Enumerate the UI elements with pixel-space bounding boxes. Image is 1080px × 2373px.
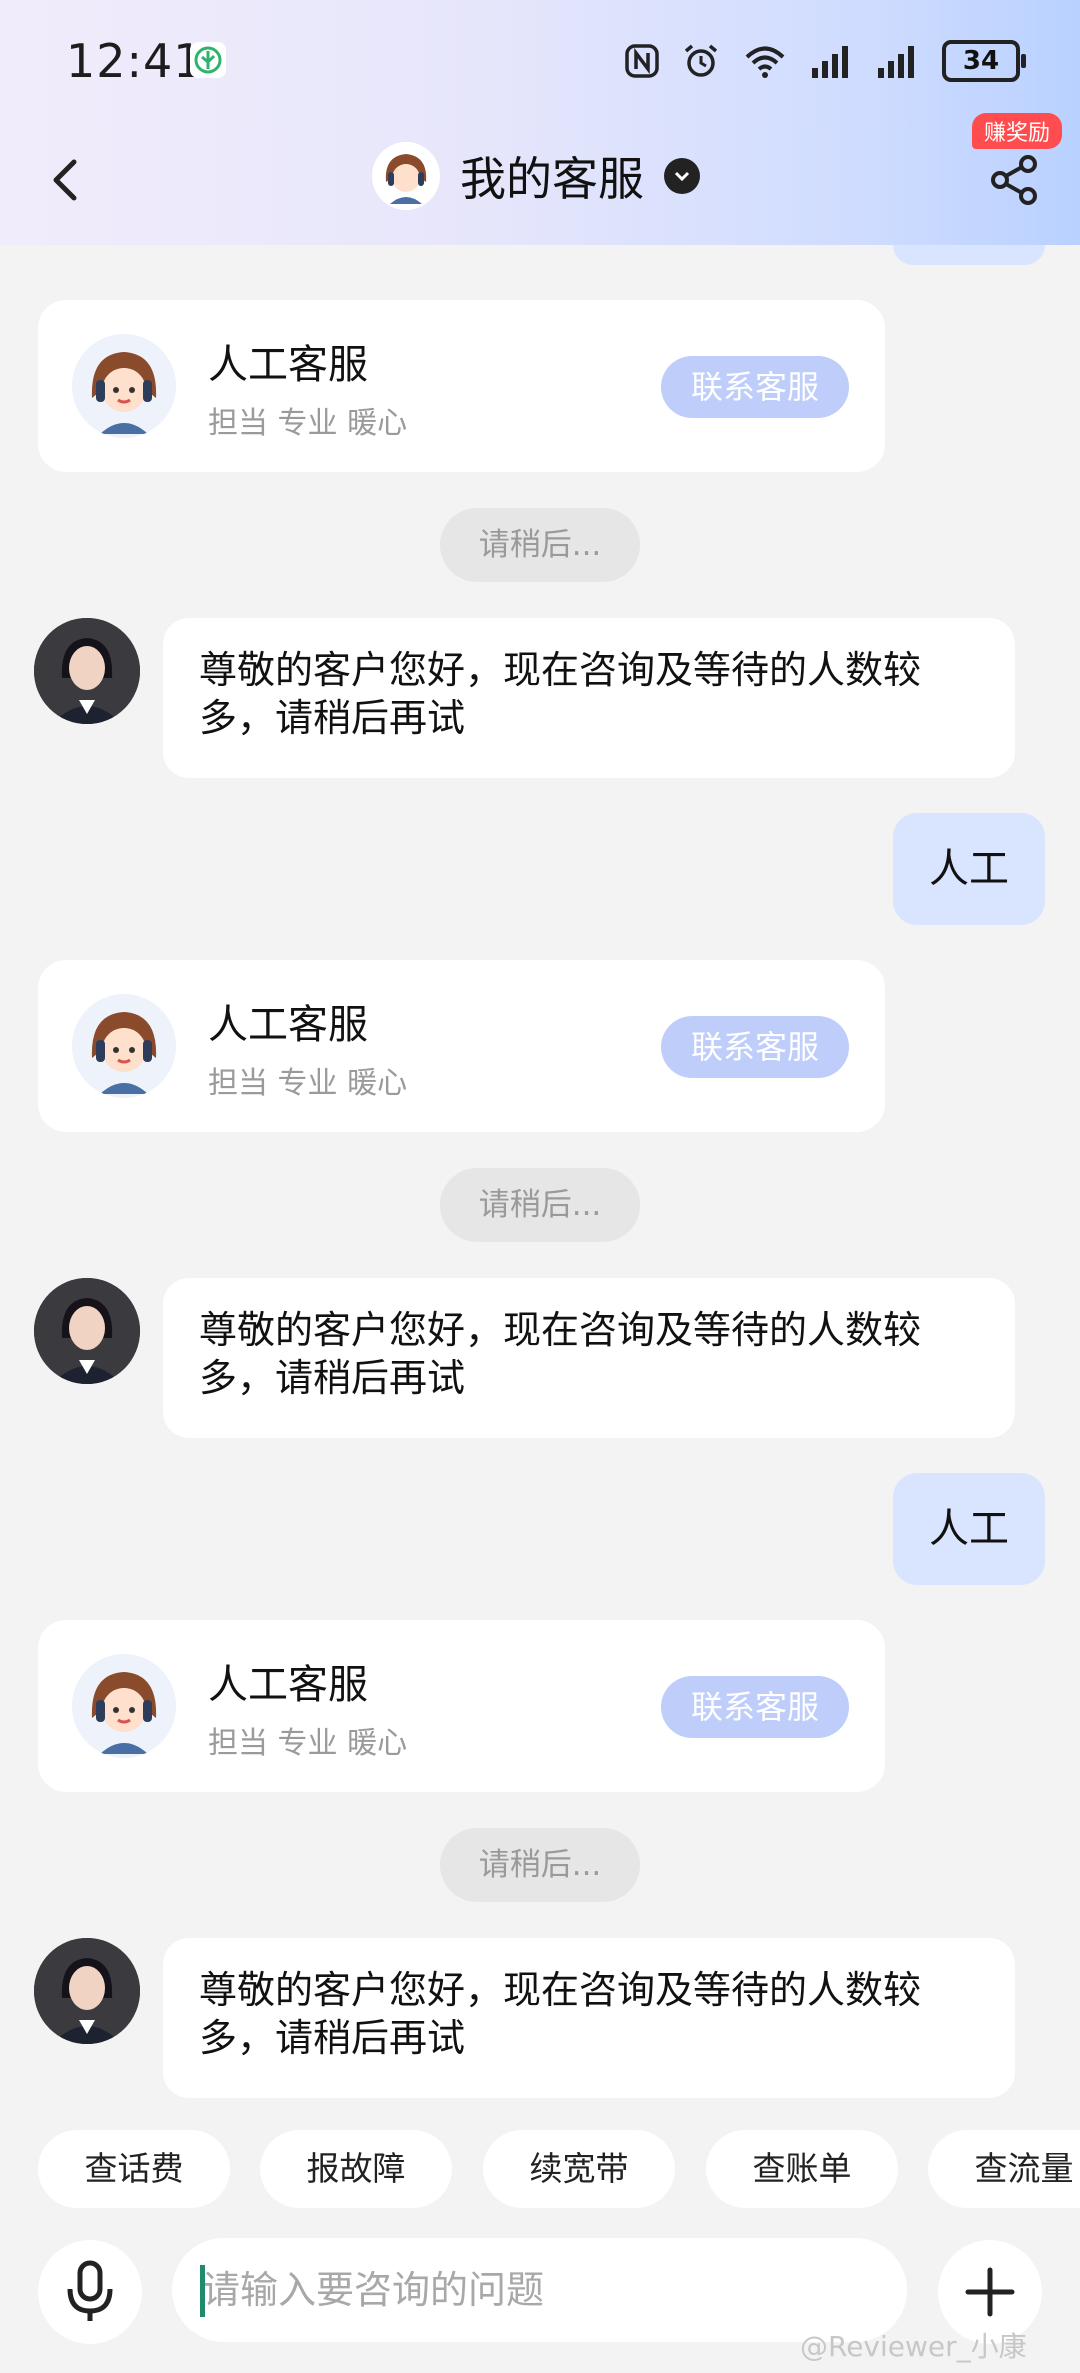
back-arrow-icon[interactable] [44, 150, 88, 210]
agent-message: 尊敬的客户您好，现在咨询及等待的人数较 多，请稍后再试 [163, 1938, 1015, 2098]
question-input[interactable] [172, 2238, 907, 2342]
battery-level: 34 [962, 46, 1000, 76]
contact-service-button[interactable]: 联系客服 [661, 1676, 849, 1738]
agent-message-line: 多，请稍后再试 [199, 2016, 466, 2060]
page-title: 我的客服 [460, 152, 644, 206]
signal-icon-2 [878, 46, 914, 78]
status-time: 12:41 [66, 34, 204, 88]
reward-badge[interactable]: 赚奖励 [972, 113, 1063, 149]
quick-reply-chip[interactable]: 查流量 [928, 2130, 1080, 2208]
wifi-6-icon [745, 46, 785, 78]
quick-reply-chip[interactable]: 查话费 [38, 2130, 230, 2208]
contact-service-button[interactable]: 联系客服 [661, 1016, 849, 1078]
service-card: 人工客服 担当 专业 暖心 联系客服 [38, 300, 885, 472]
agent-avatar [34, 1278, 140, 1384]
agent-avatar [34, 1938, 140, 2044]
service-avatar [72, 334, 176, 438]
agent-message: 尊敬的客户您好，现在咨询及等待的人数较 多，请稍后再试 [163, 618, 1015, 778]
card-title: 人工客服 [208, 1662, 368, 1708]
nfc-icon [625, 44, 659, 78]
card-subtitle: 担当 专业 暖心 [208, 1726, 408, 1761]
agent-message-line: 多，请稍后再试 [199, 696, 466, 740]
agent-message-line: 多，请稍后再试 [199, 1356, 466, 1400]
text-cursor [200, 2265, 205, 2317]
chat-header: 我的客服 [0, 120, 1080, 245]
header-title-group[interactable]: 我的客服 [372, 142, 700, 210]
service-card: 人工客服 担当 专业 暖心 联系客服 [38, 960, 885, 1132]
leaf-app-icon [190, 42, 226, 78]
user-message: 人工 [893, 813, 1045, 925]
alarm-icon [684, 44, 718, 77]
avatar [372, 142, 440, 210]
service-card: 人工客服 担当 专业 暖心 联系客服 [38, 1620, 885, 1792]
card-title: 人工客服 [208, 342, 368, 388]
agent-message-line: 尊敬的客户您好，现在咨询及等待的人数较 [199, 1968, 922, 2012]
agent-message: 尊敬的客户您好，现在咨询及等待的人数较 多，请稍后再试 [163, 1278, 1015, 1438]
verified-check-icon[interactable] [664, 158, 700, 194]
card-subtitle: 担当 专业 暖心 [208, 406, 408, 441]
status-bar: 12:41 34 [0, 0, 1080, 120]
quick-reply-chip[interactable]: 报故障 [260, 2130, 452, 2208]
wait-notice: 请稍后... [440, 508, 640, 582]
user-message: 人工 [893, 1473, 1045, 1585]
quick-reply-chip[interactable]: 续宽带 [483, 2130, 675, 2208]
quick-reply-bar: 查话费 报故障 续宽带 查账单 查流量 [0, 2130, 1080, 2210]
wait-notice: 请稍后... [440, 1168, 640, 1242]
contact-service-button[interactable]: 联系客服 [661, 356, 849, 418]
signal-icon [812, 46, 848, 78]
wait-notice: 请稍后... [440, 1828, 640, 1902]
agent-message-line: 尊敬的客户您好，现在咨询及等待的人数较 [199, 1308, 922, 1352]
watermark: @Reviewer_小康 [800, 2330, 1027, 2363]
service-avatar [72, 1654, 176, 1758]
agent-message-line: 尊敬的客户您好，现在咨询及等待的人数较 [199, 648, 922, 692]
agent-avatar [34, 618, 140, 724]
card-title: 人工客服 [208, 1002, 368, 1048]
share-icon[interactable] [986, 150, 1042, 210]
service-avatar [72, 994, 176, 1098]
quick-reply-chip[interactable]: 查账单 [706, 2130, 898, 2208]
battery-icon: 34 [942, 40, 1026, 82]
partial-user-bubble [893, 245, 1045, 265]
microphone-icon[interactable] [38, 2240, 142, 2344]
card-subtitle: 担当 专业 暖心 [208, 1066, 408, 1101]
